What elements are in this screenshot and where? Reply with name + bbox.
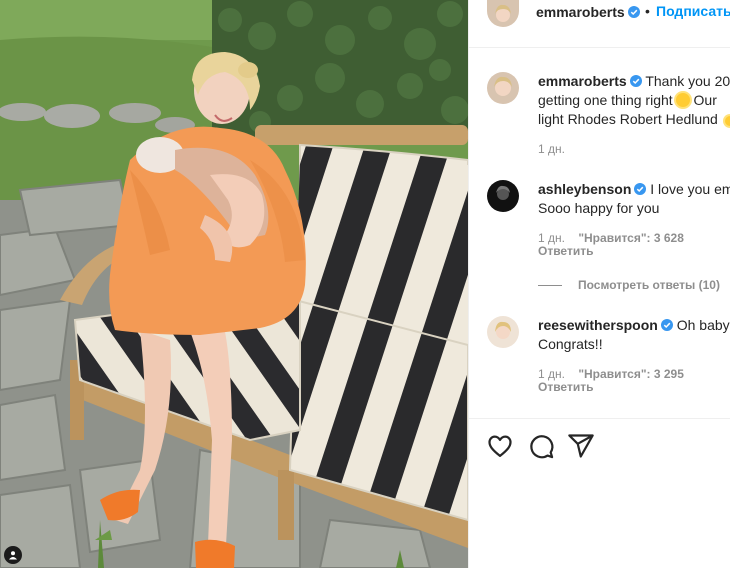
comment-text: ashleybenson I love you em Sooo happy fo… xyxy=(538,180,730,218)
follow-button[interactable]: Подписаться xyxy=(656,3,730,19)
heart-icon[interactable] xyxy=(486,432,514,460)
post-actions xyxy=(469,418,730,478)
separator-dot: • xyxy=(645,3,650,19)
view-replies-button[interactable]: Посмотреть ответы (10) xyxy=(538,278,720,292)
comment-username[interactable]: reesewitherspoon xyxy=(538,317,658,333)
caption-line-1: Thank you 20 xyxy=(645,73,730,89)
caption-username[interactable]: emmaroberts xyxy=(538,73,627,89)
comment-likes[interactable]: "Нравится": 3 628 xyxy=(578,231,684,245)
comment-meta: 1 дн. "Нравится": 3 628 xyxy=(538,231,694,245)
avatar[interactable] xyxy=(487,316,519,348)
header-username-text[interactable]: emmaroberts xyxy=(536,4,625,20)
avatar[interactable] xyxy=(487,180,519,212)
comment-line-1: I love you em xyxy=(650,181,730,197)
share-icon[interactable] xyxy=(567,432,595,460)
post-header: emmaroberts • Подписаться xyxy=(469,0,730,48)
comment-meta: 1 дн. "Нравится": 3 295 xyxy=(538,367,694,381)
post-sidebar: emmaroberts • Подписаться emmaroberts Th… xyxy=(468,0,730,568)
comment-username[interactable]: ashleybenson xyxy=(538,181,631,197)
caption-time[interactable]: 1 дн. xyxy=(538,142,565,156)
verified-badge-icon xyxy=(629,75,642,87)
comment-line-1: Oh baby! xyxy=(676,317,730,333)
comment-time[interactable]: 1 дн. xyxy=(538,367,565,381)
comment-text: reesewitherspoon Oh baby! Congrats!! xyxy=(538,316,730,354)
verified-badge-icon xyxy=(627,6,640,18)
caption-text: emmaroberts Thank you 20 getting one thi… xyxy=(538,72,730,129)
comment-time[interactable]: 1 дн. xyxy=(538,231,565,245)
verified-badge-icon xyxy=(634,183,647,195)
caption-line-2: getting one thing right xyxy=(538,92,673,108)
post-photo[interactable] xyxy=(0,0,468,568)
user-tag-icon[interactable] xyxy=(4,546,22,564)
caption-meta: 1 дн. xyxy=(538,142,575,156)
view-replies-label[interactable]: Посмотреть ответы (10) xyxy=(578,278,720,292)
sun-emoji-icon xyxy=(675,93,690,107)
avatar[interactable] xyxy=(487,0,519,27)
comment-line-2: Sooo happy for you xyxy=(538,200,660,216)
post-image xyxy=(0,0,468,568)
reply-button[interactable]: Ответить xyxy=(538,380,593,394)
comment-icon[interactable] xyxy=(527,432,555,460)
comment-likes[interactable]: "Нравится": 3 295 xyxy=(578,367,684,381)
avatar[interactable] xyxy=(487,72,519,104)
emoji-icon xyxy=(724,116,730,126)
reply-button[interactable]: Ответить xyxy=(538,244,593,258)
caption-line-2-suffix: Our xyxy=(693,92,717,108)
header-username[interactable]: emmaroberts xyxy=(536,4,640,20)
divider-line xyxy=(538,284,562,286)
verified-badge-icon xyxy=(660,319,673,331)
caption-line-3: light Rhodes Robert Hedlund xyxy=(538,111,718,127)
comment-line-2: Congrats!! xyxy=(538,336,603,352)
